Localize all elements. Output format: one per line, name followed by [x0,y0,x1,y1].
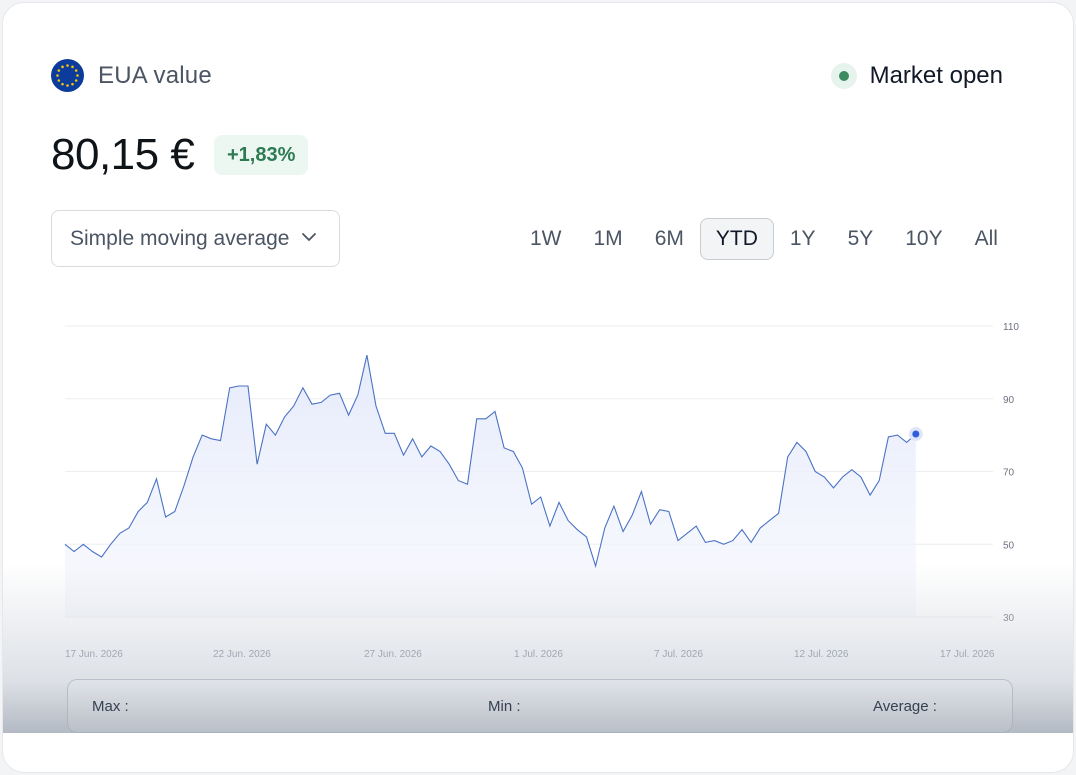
x-tick-label: 27 Jun. 2026 [364,649,422,660]
range-ytd[interactable]: YTD [699,218,774,260]
stats-bar: Max : Min : Average : [67,679,1013,733]
y-tick-label: 50 [1003,540,1015,551]
y-tick-label: 90 [1003,395,1015,406]
stat-min-label: Min : [488,698,521,715]
price-chart[interactable]: 30 50 70 90 110 17 Jun. 2026 22 Jun. 2026 27 Ju… [3,303,1074,673]
asset-name: EUA value [98,62,212,89]
eu-flag-icon [51,59,84,92]
x-tick-label: 17 Jun. 2026 [65,649,123,660]
chart-area-fill [65,355,916,617]
range-1m[interactable]: 1M [578,218,639,260]
range-1w[interactable]: 1W [514,218,578,260]
x-tick-label: 22 Jun. 2026 [213,649,271,660]
x-tick-label: 12 Jul. 2026 [794,649,849,660]
x-tick-label: 1 Jul. 2026 [514,649,563,660]
price-change-badge: +1,83% [214,135,309,175]
time-range-selector: 1W 1M 6M YTD 1Y 5Y 10Y All [514,218,1014,260]
market-status-label: Market open [869,62,1003,89]
stat-average-label: Average : [873,698,937,715]
range-6m[interactable]: 6M [639,218,700,260]
range-all[interactable]: All [959,218,1014,260]
indicator-select-value: Simple moving average [70,226,290,250]
x-tick-label: 7 Jul. 2026 [654,649,703,660]
range-5y[interactable]: 5Y [832,218,890,260]
market-status: Market open [830,62,1003,90]
indicator-select[interactable]: Simple moving average [51,210,340,267]
y-tick-label: 70 [1003,468,1015,479]
range-1y[interactable]: 1Y [774,218,832,260]
y-tick-label: 110 [1003,322,1019,333]
x-tick-label: 17 Jul. 2026 [940,649,995,660]
current-price: 80,15 € [51,130,195,179]
stat-max-label: Max : [92,698,129,715]
y-tick-label: 30 [1003,613,1015,624]
eua-price-card: EUA value Market open 80,15 € +1,83% Sim… [2,2,1074,773]
status-dot-icon [830,63,857,89]
card-header: EUA value Market open [51,59,1003,93]
last-point-marker[interactable] [912,430,920,438]
range-10y[interactable]: 10Y [889,218,958,260]
chevron-down-icon [302,233,316,241]
